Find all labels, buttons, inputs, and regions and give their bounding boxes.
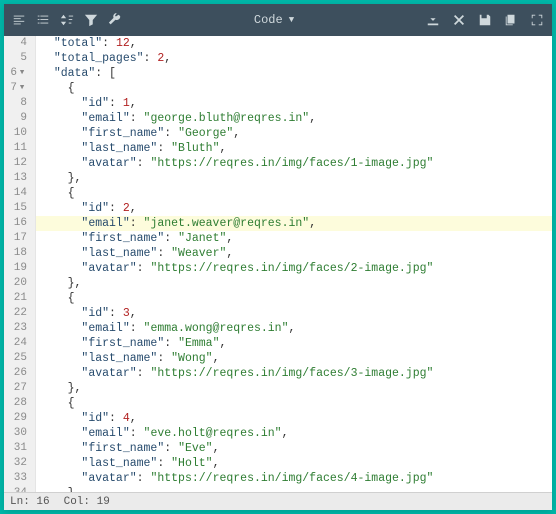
line-number: 6▾ xyxy=(8,66,27,81)
line-number: 19 xyxy=(8,261,27,276)
line-number: 14 xyxy=(8,186,27,201)
line-number: 15 xyxy=(8,201,27,216)
sort-icon[interactable] xyxy=(60,13,74,27)
code-area[interactable]: 456▾7▾8910111213141516171819202122232425… xyxy=(4,36,552,492)
line-number: 13 xyxy=(8,171,27,186)
filter-icon[interactable] xyxy=(84,13,98,27)
code-line[interactable]: "avatar": "https://reqres.in/img/faces/1… xyxy=(36,156,552,171)
line-number-gutter: 456▾7▾8910111213141516171819202122232425… xyxy=(4,36,36,492)
line-number: 21 xyxy=(8,291,27,306)
wrench-icon[interactable] xyxy=(108,13,122,27)
line-number: 27 xyxy=(8,381,27,396)
code-line[interactable]: "total": 12, xyxy=(36,36,552,51)
format-icon[interactable] xyxy=(12,13,26,27)
download-icon[interactable] xyxy=(426,13,440,27)
line-number: 26 xyxy=(8,366,27,381)
list-icon[interactable] xyxy=(36,13,50,27)
code-line[interactable]: }, xyxy=(36,276,552,291)
fold-toggle-icon[interactable]: ▾ xyxy=(17,81,27,96)
toolbar-right xyxy=(426,13,544,27)
line-number: 30 xyxy=(8,426,27,441)
save-icon[interactable] xyxy=(478,13,492,27)
line-number: 29 xyxy=(8,411,27,426)
code-line[interactable]: "avatar": "https://reqres.in/img/faces/3… xyxy=(36,366,552,381)
line-number: 33 xyxy=(8,471,27,486)
status-bar: Ln: 16 Col: 19 xyxy=(4,492,552,510)
code-line[interactable]: "last_name": "Wong", xyxy=(36,351,552,366)
line-number: 7▾ xyxy=(8,81,27,96)
line-number: 9 xyxy=(8,111,27,126)
line-number: 10 xyxy=(8,126,27,141)
code-line[interactable]: "id": 1, xyxy=(36,96,552,111)
line-number: 24 xyxy=(8,336,27,351)
line-number: 25 xyxy=(8,351,27,366)
code-line[interactable]: }, xyxy=(36,381,552,396)
line-number: 4 xyxy=(8,36,27,51)
code-line[interactable]: "id": 2, xyxy=(36,201,552,216)
editor-window: Code ▼ 456▾7▾891011121314151617181920212… xyxy=(4,4,552,510)
line-number: 31 xyxy=(8,441,27,456)
line-number: 18 xyxy=(8,246,27,261)
code-line[interactable]: }, xyxy=(36,171,552,186)
line-number: 5 xyxy=(8,51,27,66)
copy-icon[interactable] xyxy=(504,13,518,27)
mode-dropdown[interactable]: Code ▼ xyxy=(132,13,416,27)
expand-icon[interactable] xyxy=(530,13,544,27)
code-line[interactable]: "first_name": "Janet", xyxy=(36,231,552,246)
code-line[interactable]: }, xyxy=(36,486,552,492)
code-line[interactable]: { xyxy=(36,291,552,306)
line-number: 32 xyxy=(8,456,27,471)
toolbar-left xyxy=(12,13,122,27)
code-line[interactable]: { xyxy=(36,186,552,201)
code-content[interactable]: "total": 12, "total_pages": 2, "data": [… xyxy=(36,36,552,492)
code-line[interactable]: "email": "george.bluth@reqres.in", xyxy=(36,111,552,126)
code-line[interactable]: { xyxy=(36,396,552,411)
line-number: 8 xyxy=(8,96,27,111)
code-line[interactable]: "first_name": "Eve", xyxy=(36,441,552,456)
status-col: Col: 19 xyxy=(64,496,110,508)
line-number: 11 xyxy=(8,141,27,156)
mode-label: Code xyxy=(254,13,283,27)
line-number: 28 xyxy=(8,396,27,411)
code-line[interactable]: "email": "emma.wong@reqres.in", xyxy=(36,321,552,336)
status-line: Ln: 16 xyxy=(10,496,50,508)
fold-toggle-icon[interactable]: ▾ xyxy=(17,66,27,81)
code-line[interactable]: "email": "janet.weaver@reqres.in", xyxy=(36,216,552,231)
code-line[interactable]: "email": "eve.holt@reqres.in", xyxy=(36,426,552,441)
toolbar: Code ▼ xyxy=(4,4,552,36)
code-line[interactable]: "last_name": "Weaver", xyxy=(36,246,552,261)
code-line[interactable]: "id": 3, xyxy=(36,306,552,321)
line-number: 12 xyxy=(8,156,27,171)
close-icon[interactable] xyxy=(452,13,466,27)
code-line[interactable]: "avatar": "https://reqres.in/img/faces/2… xyxy=(36,261,552,276)
line-number: 22 xyxy=(8,306,27,321)
line-number: 23 xyxy=(8,321,27,336)
code-line[interactable]: "avatar": "https://reqres.in/img/faces/4… xyxy=(36,471,552,486)
line-number: 16 xyxy=(8,216,27,231)
chevron-down-icon: ▼ xyxy=(289,15,294,25)
code-line[interactable]: { xyxy=(36,81,552,96)
code-line[interactable]: "first_name": "George", xyxy=(36,126,552,141)
code-line[interactable]: "last_name": "Holt", xyxy=(36,456,552,471)
code-line[interactable]: "data": [ xyxy=(36,66,552,81)
code-line[interactable]: "last_name": "Bluth", xyxy=(36,141,552,156)
line-number: 20 xyxy=(8,276,27,291)
code-line[interactable]: "total_pages": 2, xyxy=(36,51,552,66)
line-number: 17 xyxy=(8,231,27,246)
code-line[interactable]: "id": 4, xyxy=(36,411,552,426)
code-line[interactable]: "first_name": "Emma", xyxy=(36,336,552,351)
